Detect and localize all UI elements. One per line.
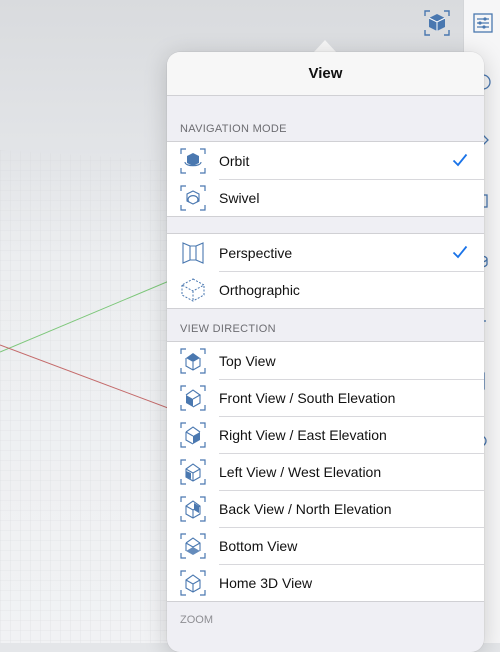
back-view-icon — [180, 496, 206, 522]
front-view-icon — [180, 385, 206, 411]
orthographic-icon — [180, 278, 206, 302]
view-cube-button[interactable] — [422, 8, 452, 38]
menu-item-bottom-view[interactable]: Bottom View — [167, 527, 484, 564]
menu-item-back-view[interactable]: Back View / North Elevation — [167, 490, 484, 527]
settings-sliders-icon[interactable] — [472, 12, 494, 34]
home-3d-view-icon — [180, 570, 206, 596]
menu-item-orthographic[interactable]: Orthographic — [167, 271, 484, 308]
menu-item-top-view[interactable]: Top View — [167, 342, 484, 379]
menu-item-label: Left View / West Elevation — [219, 464, 382, 480]
popover-title: View — [308, 65, 343, 82]
menu-item-left-view[interactable]: Left View / West Elevation — [167, 453, 484, 490]
view-direction-group: Top View Front View / South Elevation Ri… — [167, 341, 484, 602]
projection-group: Perspective Orthographic — [167, 233, 484, 309]
menu-item-right-view[interactable]: Right View / East Elevation — [167, 416, 484, 453]
right-view-icon — [180, 422, 206, 448]
view-popover: View NAVIGATION MODE Orbit Swivel Perspe… — [167, 52, 484, 652]
swivel-icon — [180, 185, 206, 211]
menu-item-label: Back View / North Elevation — [219, 501, 392, 517]
section-label-view-direction: VIEW DIRECTION — [180, 323, 276, 335]
checkmark-icon — [452, 153, 468, 167]
menu-item-home-3d-view[interactable]: Home 3D View — [167, 564, 484, 601]
left-view-icon — [180, 459, 206, 485]
menu-item-front-view[interactable]: Front View / South Elevation — [167, 379, 484, 416]
menu-item-orbit[interactable]: Orbit — [167, 142, 484, 179]
view-cube-icon — [424, 10, 450, 36]
checkmark-icon — [452, 245, 468, 259]
menu-item-label: Swivel — [219, 190, 260, 206]
top-view-icon — [180, 348, 206, 374]
orbit-icon — [180, 148, 206, 174]
menu-item-label: Orthographic — [219, 282, 300, 298]
section-label-zoom: ZOOM — [180, 614, 213, 626]
menu-item-swivel[interactable]: Swivel — [167, 179, 484, 216]
navigation-mode-group: Orbit Swivel — [167, 141, 484, 217]
menu-item-perspective[interactable]: Perspective — [167, 234, 484, 271]
popover-header: View — [167, 52, 484, 96]
menu-item-label: Front View / South Elevation — [219, 390, 396, 406]
menu-item-label: Home 3D View — [219, 575, 313, 591]
menu-item-label: Perspective — [219, 244, 293, 261]
section-label-navigation-mode: NAVIGATION MODE — [180, 123, 287, 135]
perspective-icon — [182, 242, 204, 264]
bottom-view-icon — [180, 533, 206, 559]
menu-item-label: Right View / East Elevation — [219, 427, 387, 443]
menu-item-label: Orbit — [219, 152, 250, 169]
menu-item-label: Top View — [219, 352, 276, 369]
menu-item-label: Bottom View — [219, 538, 298, 554]
